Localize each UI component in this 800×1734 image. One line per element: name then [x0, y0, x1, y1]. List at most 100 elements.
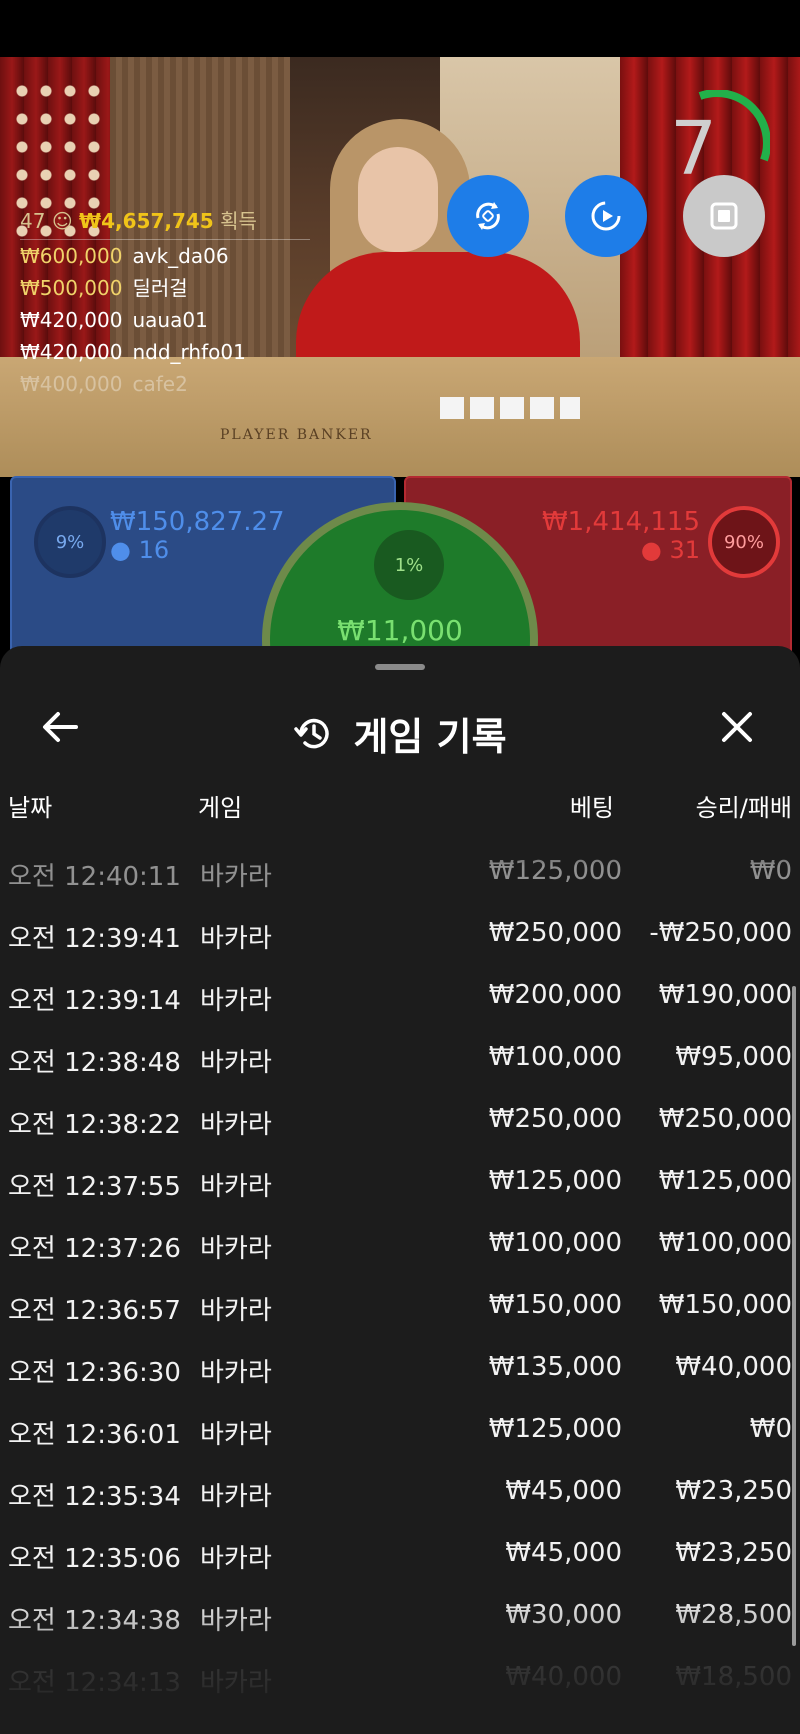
- stop-icon: [710, 202, 738, 230]
- table-row[interactable]: 오전 12:38:22 바카라 ₩250,000 ₩250,000: [0, 1090, 800, 1152]
- row-game: 바카라: [200, 1296, 272, 1326]
- row-game: 바카라: [200, 1172, 272, 1202]
- row-result: ₩100,000: [658, 1228, 792, 1258]
- row-game: 바카라: [200, 1482, 272, 1512]
- replay-button[interactable]: [565, 175, 647, 257]
- tie-amount: ₩11,000: [337, 614, 463, 647]
- row-time: 오전 12:38:22: [8, 1110, 181, 1140]
- banker-percent: 90%: [708, 506, 780, 578]
- banker-count-row: ● 31: [542, 536, 700, 564]
- winner-amount: ₩600,000: [20, 244, 123, 268]
- winner-name: avk_da06: [132, 244, 229, 268]
- winners-count: 47: [20, 209, 46, 233]
- row-bet: ₩45,000: [505, 1476, 622, 1506]
- table-row[interactable]: 오전 12:36:01 바카라 ₩125,000 ₩0: [0, 1400, 800, 1462]
- dealer-face: [358, 147, 438, 252]
- winner-name: cafe2: [132, 372, 188, 396]
- row-bet: ₩100,000: [488, 1228, 622, 1258]
- player-amount: ₩150,827.27: [110, 507, 285, 537]
- row-result: ₩150,000: [658, 1290, 792, 1320]
- player-count: 16: [138, 536, 170, 564]
- row-result: ₩23,250: [675, 1476, 792, 1506]
- timer-value: 7: [670, 106, 718, 192]
- winner-amount: ₩420,000: [20, 308, 123, 332]
- row-bet: ₩200,000: [488, 980, 622, 1010]
- row-game: 바카라: [200, 924, 272, 954]
- row-bet: ₩150,000: [488, 1290, 622, 1320]
- winner-row: ₩600,000 avk_da06: [20, 240, 310, 272]
- winners-header: 47 ☺ ₩4,657,745 획득: [20, 205, 310, 240]
- row-result: ₩40,000: [675, 1352, 792, 1382]
- table-header: 날짜 게임 베팅 승리/패배: [0, 780, 800, 830]
- winner-row: ₩500,000 딜러걸: [20, 272, 310, 304]
- col-bet: 베팅: [569, 794, 614, 822]
- row-game: 바카라: [200, 1110, 272, 1140]
- table-row[interactable]: 오전 12:37:55 바카라 ₩125,000 ₩125,000: [0, 1152, 800, 1214]
- cards: [440, 397, 580, 419]
- row-time: 오전 12:36:30: [8, 1358, 181, 1388]
- row-result: ₩23,250: [675, 1538, 792, 1568]
- winners-suffix: 획득: [220, 209, 257, 233]
- close-icon: [722, 712, 752, 742]
- row-result: -₩250,000: [649, 918, 792, 948]
- user-icon: ●: [110, 536, 139, 564]
- winner-row: ₩420,000 ndd_rhfo01: [20, 336, 310, 368]
- tie-percent: 1%: [374, 530, 444, 600]
- close-button[interactable]: [712, 702, 762, 752]
- row-result: ₩250,000: [658, 1104, 792, 1134]
- table-row[interactable]: 오전 12:35:06 바카라 ₩45,000 ₩23,250: [0, 1524, 800, 1586]
- col-date: 날짜: [8, 794, 53, 822]
- scrollbar[interactable]: [792, 986, 796, 1646]
- row-time: 오전 12:38:48: [8, 1048, 181, 1078]
- history-icon: [294, 718, 330, 748]
- banker-count: 31: [669, 536, 700, 564]
- row-result: ₩0: [749, 1414, 792, 1444]
- row-time: 오전 12:35:34: [8, 1482, 181, 1512]
- row-game: 바카라: [200, 1544, 272, 1574]
- winner-amount: ₩500,000: [20, 276, 123, 300]
- table-row[interactable]: 오전 12:39:14 바카라 ₩200,000 ₩190,000: [0, 966, 800, 1028]
- row-time: 오전 12:36:57: [8, 1296, 181, 1326]
- switch-table-button[interactable]: [447, 175, 529, 257]
- table-row[interactable]: 오전 12:37:26 바카라 ₩100,000 ₩100,000: [0, 1214, 800, 1276]
- row-bet: ₩100,000: [488, 1042, 622, 1072]
- winner-amount: ₩400,000: [20, 372, 123, 396]
- row-bet: ₩250,000: [488, 1104, 622, 1134]
- sheet-header: 게임 기록: [0, 686, 800, 766]
- row-game: 바카라: [200, 986, 272, 1016]
- banker-amount: ₩1,414,115: [541, 507, 700, 537]
- row-bet: ₩135,000: [488, 1352, 622, 1382]
- user-icon: ●: [640, 536, 670, 564]
- row-result: ₩190,000: [658, 980, 792, 1010]
- row-game: 바카라: [200, 1048, 272, 1078]
- table-row[interactable]: 오전 12:35:34 바카라 ₩45,000 ₩23,250: [0, 1462, 800, 1524]
- row-bet: ₩250,000: [488, 918, 622, 948]
- table-row[interactable]: 오전 12:36:57 바카라 ₩150,000 ₩150,000: [0, 1276, 800, 1338]
- row-time: 오전 12:37:26: [8, 1234, 181, 1264]
- rotate-icon: [476, 202, 500, 230]
- winner-row: ₩400,000 cafe2: [20, 368, 310, 400]
- row-game: 바카라: [200, 1420, 272, 1450]
- row-time: 오전 12:36:01: [8, 1420, 181, 1450]
- winners-list: 47 ☺ ₩4,657,745 획득 ₩600,000 avk_da06 ₩500…: [20, 205, 310, 400]
- table-row[interactable]: 오전 12:39:41 바카라 ₩250,000 -₩250,000: [0, 904, 800, 966]
- player-percent: 9%: [34, 506, 106, 578]
- col-game: 게임: [198, 794, 243, 822]
- winner-name: ndd_rhfo01: [132, 340, 246, 364]
- banker-stats: ₩1,414,115 ● 31: [542, 508, 700, 564]
- winner-name: uaua01: [132, 308, 208, 332]
- winners-total: ₩4,657,745: [79, 209, 214, 233]
- fade-top: [0, 836, 800, 866]
- status-bar: [0, 0, 800, 57]
- winner-amount: ₩420,000: [20, 340, 123, 364]
- row-time: 오전 12:39:14: [8, 986, 181, 1016]
- sheet-title: 게임 기록: [353, 715, 507, 759]
- game-history-sheet: 게임 기록 날짜 게임 베팅 승리/패배 오전 12:40:11 바카라 ₩125,…: [0, 646, 800, 1734]
- row-game: 바카라: [200, 1234, 272, 1264]
- table-row[interactable]: 오전 12:38:48 바카라 ₩100,000 ₩95,000: [0, 1028, 800, 1090]
- row-game: 바카라: [200, 1358, 272, 1388]
- sheet-drag-handle[interactable]: [375, 664, 425, 670]
- stop-button[interactable]: [683, 175, 765, 257]
- row-bet: ₩125,000: [488, 1414, 622, 1444]
- table-row[interactable]: 오전 12:36:30 바카라 ₩135,000 ₩40,000: [0, 1338, 800, 1400]
